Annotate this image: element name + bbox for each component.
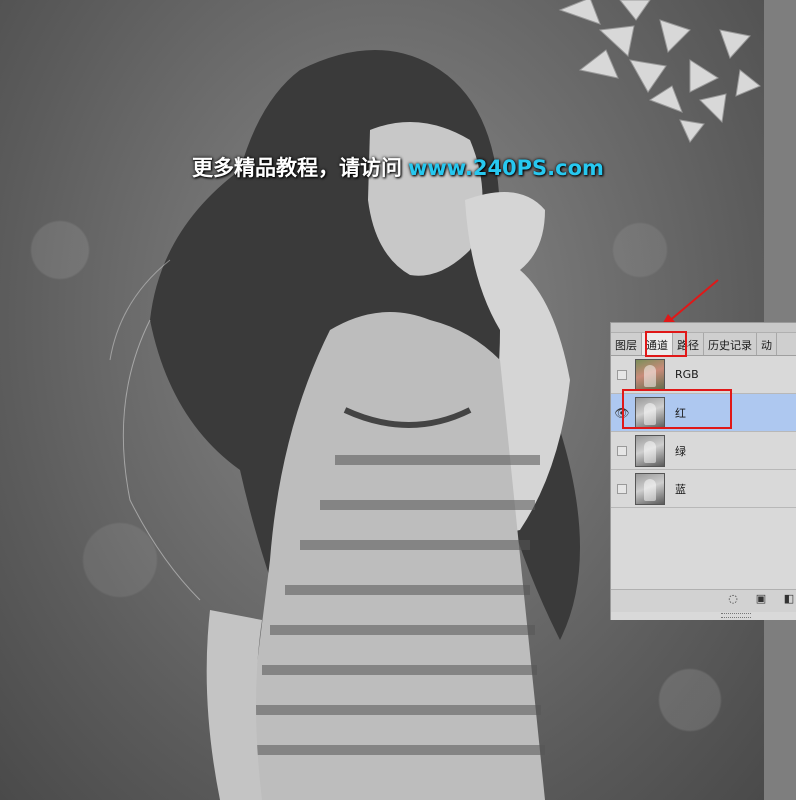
channel-thumbnail: [635, 472, 665, 505]
panel-tabs: 图层 通道 路径 历史记录 动: [611, 333, 796, 356]
visibility-toggle[interactable]: [617, 483, 627, 494]
channel-name: 红: [675, 406, 686, 420]
channels-panel: 图层 通道 路径 历史记录 动 RGB 👁 红 绿 蓝 ◌ ▣ ◧: [610, 322, 796, 620]
tab-history[interactable]: 历史记录: [704, 333, 757, 355]
channel-name: 蓝: [675, 482, 686, 496]
save-selection-icon[interactable]: ▣: [755, 593, 767, 604]
channel-thumbnail: [635, 358, 665, 391]
channel-thumbnail: [635, 396, 665, 429]
panel-resize-grip[interactable]: [721, 613, 751, 618]
channel-thumbnail: [635, 434, 665, 467]
panel-footer: ◌ ▣ ◧: [611, 589, 796, 612]
visibility-toggle[interactable]: [617, 445, 627, 456]
panel-header-bar[interactable]: [611, 323, 796, 333]
channel-name: RGB: [675, 368, 699, 381]
tab-actions[interactable]: 动: [757, 333, 777, 355]
arrow-line: [667, 279, 719, 323]
load-selection-icon[interactable]: ◌: [727, 593, 739, 604]
channel-row-blue[interactable]: 蓝: [611, 470, 796, 508]
visibility-toggle[interactable]: [617, 369, 627, 380]
tab-paths[interactable]: 路径: [673, 333, 704, 355]
channel-row-red[interactable]: 👁 红: [611, 394, 796, 432]
channel-row-green[interactable]: 绿: [611, 432, 796, 470]
channel-name: 绿: [675, 444, 686, 458]
new-channel-icon[interactable]: ◧: [783, 593, 795, 604]
eye-icon[interactable]: 👁: [614, 406, 629, 420]
channel-row-rgb[interactable]: RGB: [611, 356, 796, 394]
tab-channels[interactable]: 通道: [642, 333, 673, 355]
tab-layers[interactable]: 图层: [611, 333, 642, 355]
